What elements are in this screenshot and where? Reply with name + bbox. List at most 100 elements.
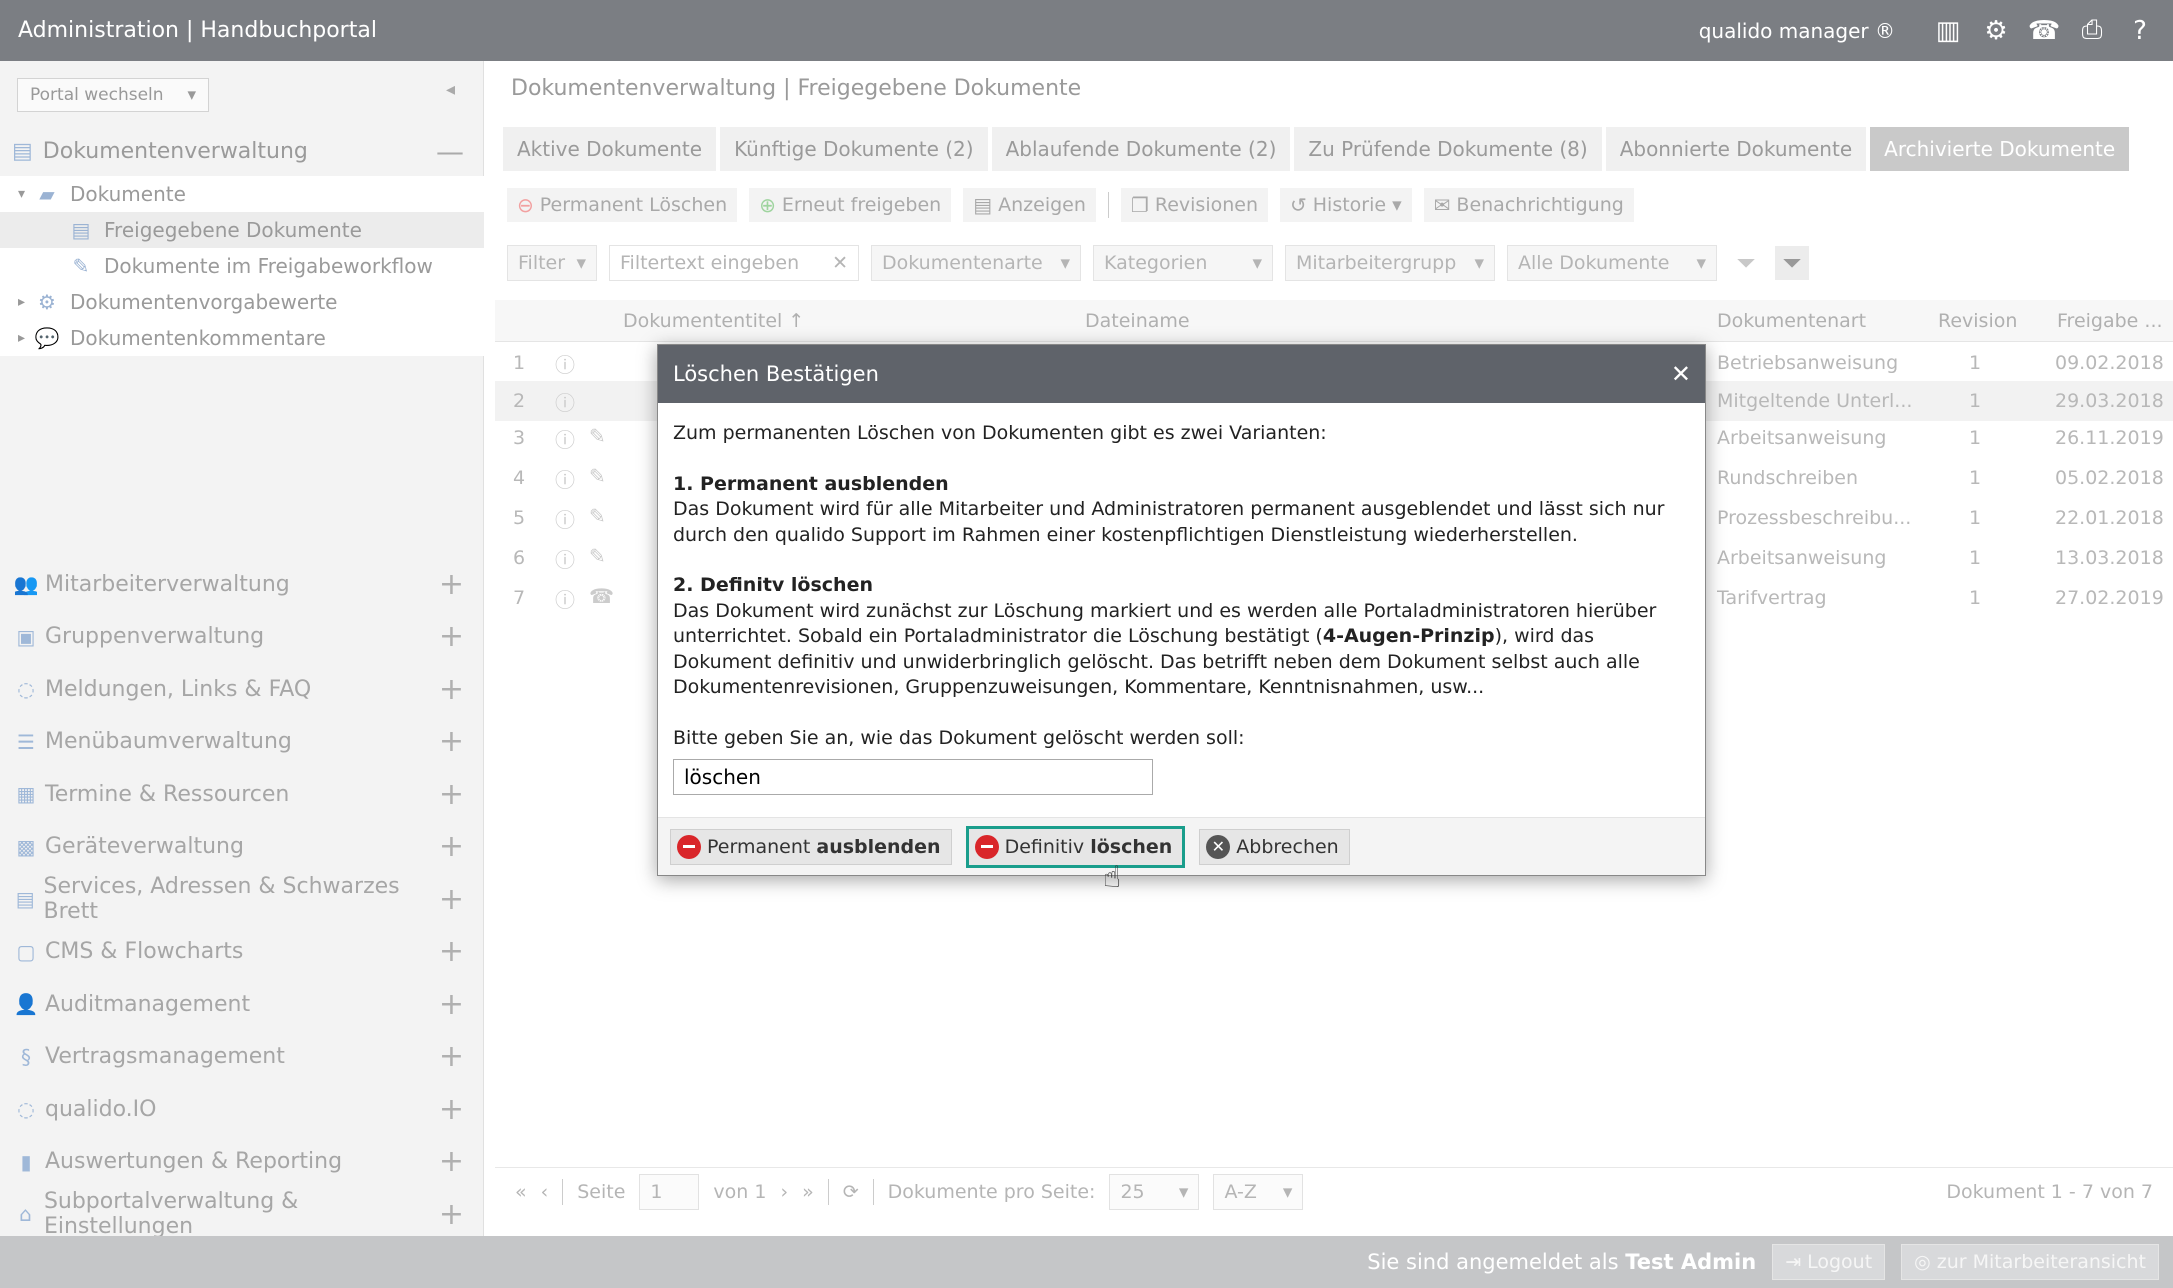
column-title[interactable]: Dokumententitel ↑: [623, 310, 804, 332]
last-page-icon[interactable]: »: [802, 1181, 814, 1203]
permanent-delete-button[interactable]: ⊖ Permanent Löschen: [507, 188, 738, 222]
filter-icon[interactable]: ⏷: [1729, 246, 1763, 280]
close-icon[interactable]: ✕: [1671, 360, 1691, 388]
expand-plus-icon[interactable]: +: [439, 672, 464, 707]
edit-icon[interactable]: ✎: [589, 544, 606, 573]
revisions-button[interactable]: ❐ Revisionen: [1120, 188, 1268, 222]
help-icon[interactable]: ?: [2125, 16, 2155, 46]
sidebar-item-termine[interactable]: ▦ Termine & Ressourcen +: [0, 768, 484, 821]
sidebar-item-subportal[interactable]: ⌂ Subportalverwaltung & Einstellungen +: [0, 1188, 484, 1241]
tab-ablaufende[interactable]: Ablaufende Dokumente (2): [991, 127, 1291, 171]
option-delete-title: 2. Definitv löschen: [673, 574, 873, 596]
sidebar-item-mitarbeiterverwaltung[interactable]: 👥 Mitarbeiterverwaltung +: [0, 558, 484, 611]
tree-item-freigegebene-dokumente[interactable]: ▤ Freigegebene Dokumente: [0, 212, 484, 248]
expand-plus-icon[interactable]: +: [439, 724, 464, 759]
column-doctype[interactable]: Dokumentenart: [1717, 310, 1866, 332]
edit-icon[interactable]: ✎: [589, 464, 606, 493]
fax-icon[interactable]: ☎: [589, 584, 614, 613]
column-release[interactable]: Freigabe ...: [2057, 310, 2163, 332]
employee-view-button[interactable]: ◎ zur Mitarbeiteransicht: [1901, 1244, 2159, 1280]
caret-right-icon[interactable]: ▸: [18, 330, 32, 346]
expand-plus-icon[interactable]: +: [439, 619, 464, 654]
page-input[interactable]: 1: [639, 1173, 700, 1210]
filter-select[interactable]: Filter ▾: [507, 245, 597, 281]
tree-item-kommentare[interactable]: ▸ 💬 Dokumentenkommentare: [0, 320, 484, 356]
expand-plus-icon[interactable]: +: [439, 777, 464, 812]
clear-icon[interactable]: ✕: [832, 252, 848, 274]
info-icon[interactable]: ⓘ: [555, 504, 575, 533]
sidebar-item-auswertungen[interactable]: ▮ Auswertungen & Reporting +: [0, 1136, 484, 1189]
expand-plus-icon[interactable]: +: [439, 1092, 464, 1127]
sidebar-item-audit[interactable]: 👤 Auditmanagement +: [0, 978, 484, 1031]
caret-down-icon[interactable]: ▾: [18, 186, 32, 202]
sidebar-item-gruppenverwaltung[interactable]: ▣ Gruppenverwaltung +: [0, 611, 484, 664]
show-button[interactable]: ▤ Anzeigen: [963, 188, 1096, 222]
tab-aktive[interactable]: Aktive Dokumente: [503, 127, 717, 171]
tree-item-vorgabewerte[interactable]: ▸ ⚙ Dokumentenvorgabewerte: [0, 284, 484, 320]
tab-archivierte[interactable]: Archivierte Dokumente: [1870, 127, 2130, 171]
portal-select-label: Portal wechseln: [30, 85, 164, 105]
notification-button[interactable]: ✉ Benachrichtigung: [1423, 188, 1634, 222]
filter-active-icon[interactable]: ⏷: [1775, 246, 1809, 280]
column-revision[interactable]: Revision: [1938, 310, 2017, 332]
delete-mode-input[interactable]: [673, 759, 1153, 795]
barcode-icon[interactable]: ▥: [1933, 16, 1963, 46]
cancel-button[interactable]: ✕ Abbrechen: [1199, 828, 1350, 865]
republish-button[interactable]: ⊕ Erneut freigeben: [749, 188, 952, 222]
info-icon[interactable]: ⓘ: [555, 544, 575, 573]
collapse-sidebar-icon[interactable]: ◂: [446, 79, 464, 109]
edit-icon[interactable]: ✎: [589, 424, 606, 453]
caret-right-icon[interactable]: ▸: [18, 294, 32, 310]
tab-abonnierte[interactable]: Abonnierte Dokumente: [1605, 127, 1867, 171]
sidebar-item-geraete[interactable]: ▩ Geräteverwaltung +: [0, 821, 484, 874]
expand-plus-icon[interactable]: +: [439, 567, 464, 602]
page-title: Dokumentenverwaltung | Freigegebene Doku…: [511, 76, 1082, 101]
info-icon[interactable]: ⓘ: [555, 424, 575, 453]
edit-icon[interactable]: ✎: [589, 504, 606, 533]
logout-button[interactable]: ⇥ Logout: [1772, 1244, 1886, 1280]
expand-plus-icon[interactable]: +: [439, 1197, 464, 1232]
portal-select[interactable]: Portal wechseln ▾: [17, 78, 209, 112]
sidebar-section-dokumentenverwaltung[interactable]: ▤ Dokumentenverwaltung —: [0, 126, 484, 176]
sort-select[interactable]: A-Z ▾: [1213, 1173, 1304, 1210]
definitive-delete-button[interactable]: Definitiv löschen: [965, 825, 1186, 868]
groups-select[interactable]: Mitarbeitergrupp ▾: [1285, 245, 1495, 281]
fax-icon[interactable]: ☎: [2028, 16, 2060, 46]
refresh-icon[interactable]: ⟳: [843, 1181, 859, 1203]
sidebar-item-vertrag[interactable]: § Vertragsmanagement +: [0, 1031, 484, 1084]
prev-page-icon[interactable]: ‹: [541, 1181, 549, 1203]
filtertext-input[interactable]: Filtertext eingeben ✕: [609, 245, 859, 281]
expand-plus-icon[interactable]: +: [439, 882, 464, 917]
next-page-icon[interactable]: ›: [780, 1181, 788, 1203]
gears-icon[interactable]: ⚙: [1981, 16, 2011, 46]
info-icon[interactable]: ⓘ: [555, 464, 575, 493]
expand-plus-icon[interactable]: +: [439, 1039, 464, 1074]
collapse-minus-icon[interactable]: —: [436, 135, 464, 168]
column-filename[interactable]: Dateiname: [1085, 310, 1190, 332]
expand-plus-icon[interactable]: +: [439, 934, 464, 969]
info-icon[interactable]: ⓘ: [555, 349, 575, 378]
tab-kuenftige[interactable]: Künftige Dokumente (2): [720, 127, 988, 171]
group-icon: ▣: [16, 624, 36, 649]
per-page-select[interactable]: 25 ▾: [1109, 1173, 1200, 1210]
expand-plus-icon[interactable]: +: [439, 829, 464, 864]
categories-select[interactable]: Kategorien ▾: [1093, 245, 1273, 281]
tree-item-freigabeworkflow[interactable]: ✎ Dokumente im Freigabeworkflow: [0, 248, 484, 284]
sidebar-item-services[interactable]: ▤ Services, Adressen & Schwarzes Brett +: [0, 873, 484, 926]
history-button[interactable]: ↺ Historie ▾: [1280, 188, 1412, 222]
tab-zu-pruefende[interactable]: Zu Prüfende Dokumente (8): [1294, 127, 1602, 171]
sidebar-item-cms[interactable]: ▢ CMS & Flowcharts +: [0, 926, 484, 979]
expand-plus-icon[interactable]: +: [439, 987, 464, 1022]
print-icon[interactable]: ⎙: [2077, 15, 2107, 45]
sidebar-item-menuebaum[interactable]: ☰ Menübaumverwaltung +: [0, 716, 484, 769]
expand-plus-icon[interactable]: +: [439, 1144, 464, 1179]
all-docs-select[interactable]: Alle Dokumente ▾: [1507, 245, 1717, 281]
info-icon[interactable]: ⓘ: [555, 584, 575, 613]
sidebar-item-qualido-io[interactable]: ◌ qualido.IO +: [0, 1083, 484, 1136]
doctype-select[interactable]: Dokumentenarte ▾: [871, 245, 1081, 281]
sidebar-item-meldungen[interactable]: ◌ Meldungen, Links & FAQ +: [0, 663, 484, 716]
permanent-hide-button[interactable]: Permanent ausblenden: [670, 828, 952, 865]
info-icon[interactable]: ⓘ: [555, 387, 575, 416]
tree-item-dokumente[interactable]: ▾ ▰ Dokumente: [0, 176, 484, 212]
first-page-icon[interactable]: «: [515, 1181, 527, 1203]
